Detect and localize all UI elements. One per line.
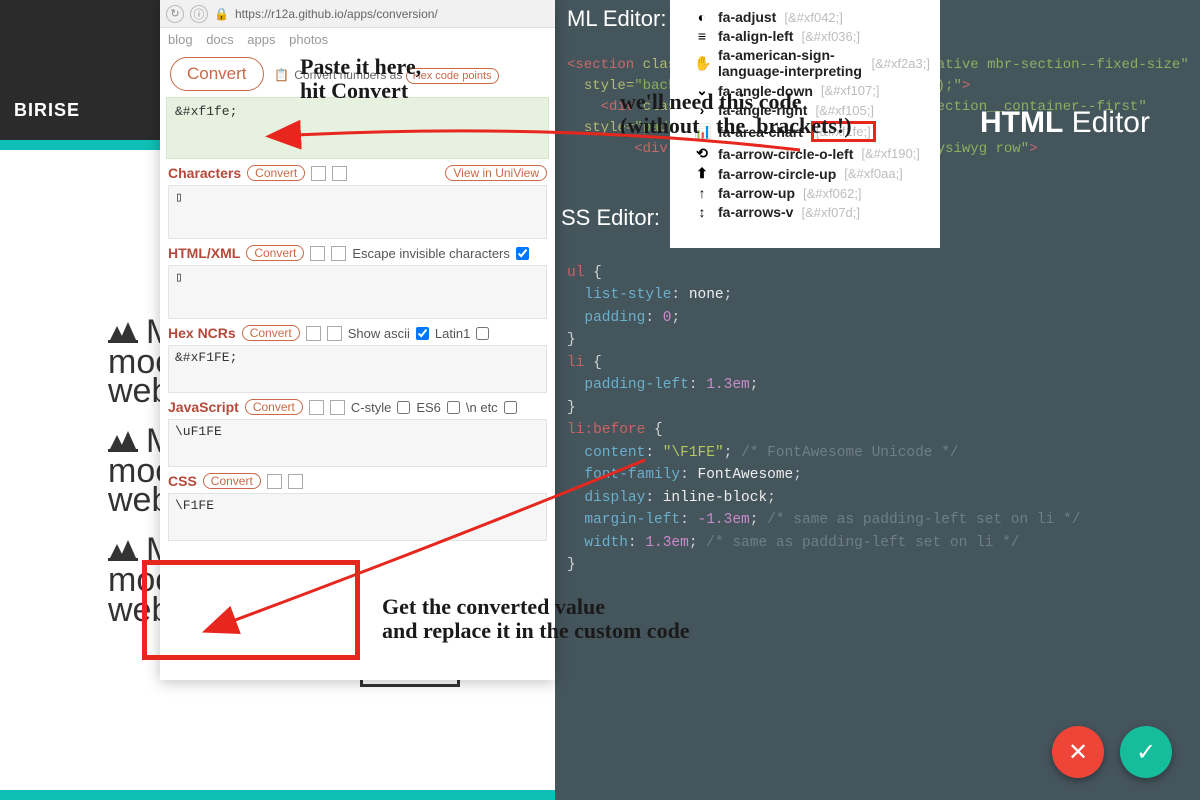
brand-label: BIRISE	[0, 90, 94, 131]
doc-icon[interactable]	[288, 474, 303, 489]
doc-icon[interactable]	[330, 400, 345, 415]
hexncr-section: Hex NCRs Convert Show ascii Latin1 &#xF1…	[160, 319, 555, 393]
view-uniview-button[interactable]: View in UniView	[445, 165, 547, 181]
css-title: CSS	[168, 473, 197, 489]
asl-icon: ✋	[694, 55, 710, 72]
nav-apps[interactable]: apps	[247, 32, 275, 47]
htmlxml-convert-button[interactable]: Convert	[246, 245, 304, 261]
css-convert-button[interactable]: Convert	[203, 473, 261, 489]
copy-icon[interactable]	[306, 326, 321, 341]
adjust-icon: ◐	[694, 9, 710, 25]
css-section: CSS Convert \F1FE	[160, 467, 555, 541]
doc-icon[interactable]	[331, 246, 346, 261]
htmlxml-section: HTML/XML Convert Escape invisible charac…	[160, 239, 555, 319]
doc-icon[interactable]	[327, 326, 342, 341]
fa-item: ≡fa-align-left[&#xf036;]	[694, 28, 930, 44]
nav-links: blog docs apps photos	[160, 28, 555, 51]
hexncr-convert-button[interactable]: Convert	[242, 325, 300, 341]
arrow-up-icon: ↑	[694, 185, 710, 201]
lock-icon: 🔒	[214, 7, 229, 21]
nav-docs[interactable]: docs	[206, 32, 233, 47]
characters-section: Characters Convert View in UniView ▯	[160, 159, 555, 239]
htmlxml-output[interactable]: ▯	[168, 265, 547, 319]
hexncr-output[interactable]: &#xF1FE;	[168, 345, 547, 393]
fa-item: ↑fa-arrow-up[&#xf062;]	[694, 185, 930, 201]
annotation-box-css	[142, 560, 360, 660]
javascript-section: JavaScript Convert C-style ES6 \n etc \u…	[160, 393, 555, 467]
annotation-paste: Paste it here, hit Convert	[300, 55, 421, 103]
javascript-title: JavaScript	[168, 399, 239, 415]
fa-item: ⬆fa-arrow-circle-up[&#xf0aa;]	[694, 165, 930, 182]
chart-icon	[108, 430, 138, 452]
html-editor-brand: HTML Editor	[980, 106, 1150, 140]
url-bar: ↻ ⓘ 🔒 https://r12a.github.io/apps/conver…	[160, 0, 555, 28]
cancel-button[interactable]: ✕	[1052, 726, 1104, 778]
characters-output[interactable]: ▯	[168, 185, 547, 239]
cstyle-checkbox[interactable]	[397, 401, 410, 414]
confirm-button[interactable]: ✓	[1120, 726, 1172, 778]
fa-item: ↕fa-arrows-v[&#xf07d;]	[694, 204, 930, 220]
nav-photos[interactable]: photos	[289, 32, 328, 47]
align-left-icon: ≡	[694, 28, 710, 44]
fa-item: ⟲fa-arrow-circle-o-left[&#xf190;]	[694, 145, 930, 162]
reload-icon[interactable]: ↻	[166, 5, 184, 23]
latin1-checkbox[interactable]	[476, 327, 489, 340]
convert-button[interactable]: Convert	[170, 57, 264, 91]
copy-icon[interactable]	[310, 246, 325, 261]
javascript-convert-button[interactable]: Convert	[245, 399, 303, 415]
showascii-checkbox[interactable]	[416, 327, 429, 340]
url-text[interactable]: https://r12a.github.io/apps/conversion/	[235, 7, 549, 21]
es6-checkbox[interactable]	[447, 401, 460, 414]
css-output[interactable]: \F1FE	[168, 493, 547, 541]
copy-icon[interactable]	[311, 166, 326, 181]
doc-icon[interactable]	[332, 166, 347, 181]
characters-convert-button[interactable]: Convert	[247, 165, 305, 181]
converter-input[interactable]: &#xf1fe;	[166, 97, 549, 159]
htmlxml-title: HTML/XML	[168, 245, 240, 261]
check-icon: ✓	[1136, 738, 1156, 767]
close-icon: ✕	[1068, 738, 1088, 767]
javascript-output[interactable]: \uF1FE	[168, 419, 547, 467]
arrow-circle-up-icon: ⬆	[694, 165, 710, 182]
copy-icon[interactable]	[267, 474, 282, 489]
copy-icon[interactable]: 📋	[274, 68, 289, 82]
css-code[interactable]: ul { list-style: none; padding: 0; } li …	[567, 262, 1080, 577]
characters-title: Characters	[168, 165, 241, 181]
nav-blog[interactable]: blog	[168, 32, 193, 47]
annotation-get-value: Get the converted value and replace it i…	[382, 595, 690, 643]
arrow-circle-left-icon: ⟲	[694, 145, 710, 162]
arrows-v-icon: ↕	[694, 204, 710, 220]
copy-icon[interactable]	[309, 400, 324, 415]
escape-invisible-checkbox[interactable]	[516, 247, 529, 260]
chart-icon	[108, 321, 138, 343]
netc-checkbox[interactable]	[504, 401, 517, 414]
fa-item: ◐fa-adjust[&#xf042;]	[694, 9, 930, 25]
chart-icon	[108, 539, 138, 561]
annotation-need-code: we'll need this code (without the bracke…	[620, 90, 852, 138]
hexncr-title: Hex NCRs	[168, 325, 236, 341]
info-icon[interactable]: ⓘ	[190, 5, 208, 23]
css-editor-label: SS Editor:	[561, 205, 660, 231]
fa-item: ✋fa-american-sign-language-interpreting[…	[694, 47, 930, 79]
